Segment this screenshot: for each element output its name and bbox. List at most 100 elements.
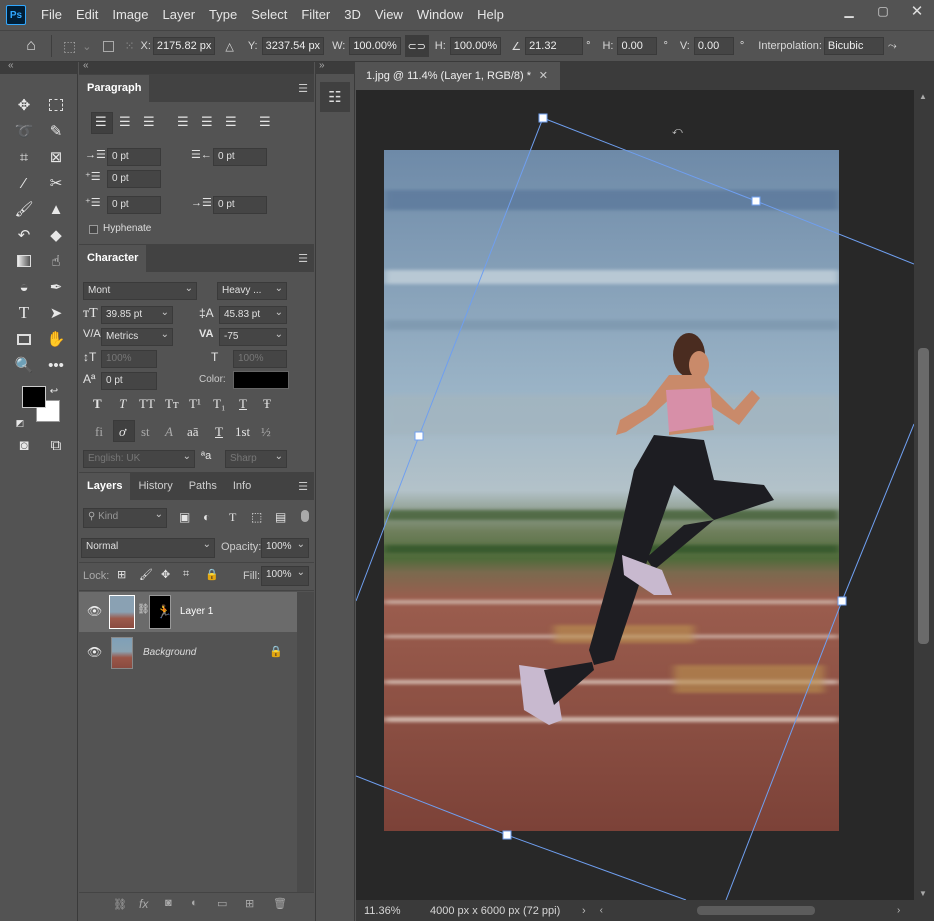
stamp-tool-icon[interactable]: ▲ [44, 198, 68, 220]
scroll-up-icon[interactable]: ▲ [919, 92, 927, 101]
menu-select[interactable]: Select [244, 0, 294, 30]
filter-adjustment-icon[interactable]: ◐ [203, 510, 210, 524]
menu-view[interactable]: View [368, 0, 410, 30]
reference-point-icon[interactable]: ⬚ [63, 38, 76, 55]
justify-all-icon[interactable]: ☰ [259, 114, 271, 130]
align-right-icon[interactable]: ☰ [143, 114, 155, 130]
scroll-right-icon[interactable]: › [897, 905, 900, 916]
layer-name[interactable]: Background [143, 647, 196, 658]
filter-pixel-icon[interactable]: ▣ [179, 510, 190, 524]
layer-row-layer-1[interactable]: 👁 ⛓ 🏃 Layer 1 [79, 592, 297, 632]
layer-mask-thumbnail[interactable]: 🏃 [149, 595, 172, 629]
indent-left-input[interactable]: 0 pt [107, 148, 161, 166]
delete-layer-icon[interactable]: 🗑 [273, 897, 287, 910]
pen-tool-icon[interactable]: ✒ [44, 276, 68, 298]
subscript-button[interactable]: T₁ [213, 396, 225, 412]
quick-select-tool-icon[interactable]: ✎ [44, 120, 68, 142]
leading-input[interactable]: 45.83 pt [219, 305, 287, 324]
mask-link-icon[interactable]: ⛓ [137, 604, 150, 615]
frame-tool-icon[interactable]: ⊠ [44, 146, 68, 168]
maximize-icon[interactable]: ▢ [866, 0, 900, 22]
anti-alias-select[interactable]: Sharp [225, 449, 287, 468]
space-before-input[interactable]: 0 pt [107, 196, 161, 214]
reference-checkbox[interactable] [103, 40, 115, 52]
tab-paths[interactable]: Paths [181, 473, 225, 500]
menu-layer[interactable]: Layer [156, 0, 203, 30]
close-icon[interactable]: ✕ [900, 0, 934, 22]
path-select-tool-icon[interactable]: ➤ [44, 302, 68, 324]
document-info[interactable]: 4000 px x 6000 px (72 ppi) [430, 905, 580, 917]
horizontal-scroll-thumb[interactable] [697, 906, 816, 915]
y-input[interactable]: 3237.54 px [261, 37, 325, 55]
more-tools-icon[interactable]: ••• [44, 354, 68, 376]
hyphenate-checkbox[interactable] [89, 225, 98, 234]
history-brush-tool-icon[interactable]: ↶ [12, 224, 36, 246]
photoshop-logo-icon[interactable]: Ps [6, 5, 26, 25]
interpolation-select[interactable]: Bicubic [823, 37, 884, 55]
tab-history[interactable]: History [130, 473, 180, 500]
menu-3d[interactable]: 3D [337, 0, 368, 30]
justify-last-center-icon[interactable]: ☰ [201, 114, 213, 130]
marquee-tool-icon[interactable] [44, 94, 68, 116]
rectangle-tool-icon[interactable] [12, 328, 36, 350]
superscript-button[interactable]: T¹ [189, 396, 201, 412]
underline-button[interactable]: T [239, 396, 247, 412]
language-select[interactable]: English: UK [83, 449, 195, 468]
tab-paragraph[interactable]: Paragraph [79, 75, 150, 102]
discretionary-ligatures-button[interactable]: ơ [119, 424, 126, 440]
filter-toggle[interactable] [301, 510, 309, 522]
warp-icon[interactable]: ⤳ [888, 40, 897, 53]
w-input[interactable]: 100.00% [349, 37, 401, 55]
lock-all-icon[interactable]: 🔒 [205, 568, 219, 581]
gradient-tool-icon[interactable] [12, 250, 36, 272]
faux-italic-button[interactable]: T [119, 396, 126, 412]
fx-icon[interactable]: fx [139, 897, 148, 911]
vertical-scrollbar[interactable]: ▲ ▼ [914, 90, 934, 900]
tab-info[interactable]: Info [225, 473, 259, 500]
chevron-right-icon[interactable]: › [582, 905, 586, 917]
indent-right-input[interactable]: 0 pt [213, 148, 267, 166]
type-tool-icon[interactable]: T [12, 302, 36, 324]
tab-layers[interactable]: Layers [79, 473, 131, 500]
tab-character[interactable]: Character [79, 245, 147, 272]
link-icon[interactable]: ⊂⊃ [404, 35, 429, 57]
add-mask-icon[interactable]: ◙ [165, 897, 172, 909]
dock-collapse-strip[interactable]: » [315, 60, 355, 74]
kerning-select[interactable]: Metrics [101, 327, 173, 346]
lock-position-icon[interactable]: ✥ [161, 568, 170, 581]
screen-mode-icon[interactable]: ⧉ [44, 434, 68, 456]
faux-bold-button[interactable]: T [93, 396, 102, 412]
vskew-input[interactable]: 0.00 [693, 37, 734, 55]
contextual-alternates-button[interactable]: st [141, 424, 150, 440]
swash-button[interactable]: A [165, 424, 173, 440]
scroll-left-icon[interactable]: ‹ [600, 905, 603, 916]
panel-menu-icon[interactable]: ☰ [298, 82, 308, 95]
zoom-tool-icon[interactable]: 🔍 [12, 354, 36, 376]
hand-tool-icon[interactable]: ✋ [44, 328, 68, 350]
align-left-icon[interactable]: ☰ [95, 114, 107, 130]
lock-image-icon[interactable]: 🖌 [139, 568, 153, 581]
blend-mode-select[interactable]: Normal [81, 537, 215, 558]
fill-input[interactable]: 100% [261, 565, 309, 586]
menu-filter[interactable]: Filter [294, 0, 337, 30]
minimize-icon[interactable]: ▁ [832, 0, 866, 22]
all-caps-button[interactable]: TT [139, 396, 155, 412]
quick-mask-icon[interactable]: ◙ [12, 434, 36, 456]
home-icon[interactable]: ⌂ [16, 37, 46, 55]
font-style-select[interactable]: Heavy ... [217, 281, 287, 300]
align-center-icon[interactable]: ☰ [119, 114, 131, 130]
canvas-area[interactable]: ⤺ [356, 90, 914, 900]
close-tab-icon[interactable]: ✕ [539, 62, 548, 90]
h-input[interactable]: 100.00% [449, 37, 502, 55]
filter-smart-object-icon[interactable]: ▤ [275, 510, 286, 524]
transform-bounding-box[interactable]: ⤺ [356, 90, 914, 900]
fractions-button[interactable]: ½ [261, 424, 271, 440]
panel-menu-icon[interactable]: ☰ [298, 480, 308, 493]
ligatures-button[interactable]: fi [95, 424, 103, 440]
smudge-tool-icon[interactable]: ☝ [44, 250, 68, 272]
vertical-scale-input[interactable]: 100% [101, 350, 157, 368]
visibility-eye-icon[interactable]: 👁 [87, 645, 102, 659]
justify-last-right-icon[interactable]: ☰ [225, 114, 237, 130]
healing-tool-icon[interactable]: ✂ [44, 172, 68, 194]
menu-help[interactable]: Help [470, 0, 511, 30]
